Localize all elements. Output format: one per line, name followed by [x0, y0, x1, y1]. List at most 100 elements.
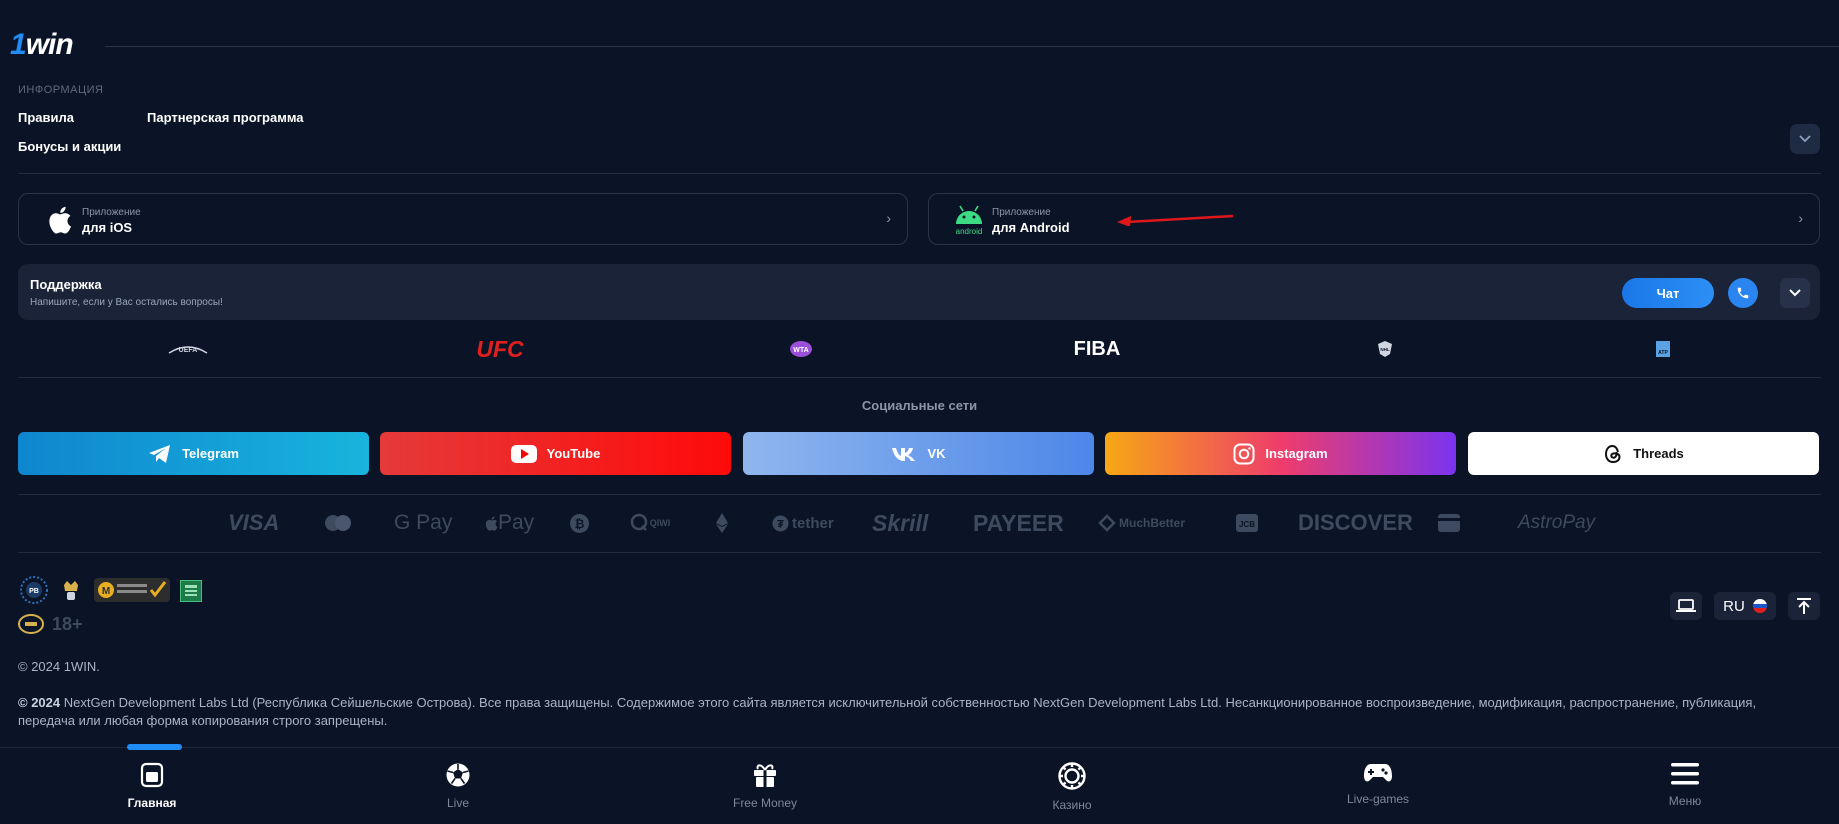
support-expand-button[interactable] — [1780, 278, 1810, 308]
copyright-full: © 2024 NextGen Development Labs Ltd (Рес… — [18, 694, 1808, 730]
fiba-logo: FIBA — [1073, 337, 1121, 360]
support-bar: Поддержка Напишите, если у Вас остались … — [18, 264, 1820, 320]
nav-casino-label: Казино — [1052, 798, 1092, 812]
nav-live-label: Live — [446, 796, 469, 810]
svg-text:M: M — [102, 586, 110, 597]
nav-free-money-label: Free Money — [732, 796, 798, 810]
header: 1win — [0, 0, 1839, 80]
uefa-logo-text: UEFA — [179, 347, 198, 354]
seal-of-approval-badge[interactable]: M — [94, 578, 170, 602]
ios-app-card[interactable]: Приложение для iOS › — [18, 193, 908, 245]
threads-button[interactable]: Threads — [1468, 432, 1819, 475]
annotation-arrow — [1117, 214, 1234, 226]
copyright-year: © 2024 — [18, 695, 61, 710]
crown-badge[interactable] — [60, 576, 82, 604]
qiwi-logo: QIWI — [630, 510, 672, 536]
license-badge[interactable]: PB — [18, 574, 50, 606]
partner-program-link[interactable]: Партнерская программа — [147, 110, 304, 125]
svg-text:PB: PB — [29, 588, 39, 595]
best-badge[interactable] — [180, 580, 202, 602]
instagram-icon — [1233, 443, 1255, 464]
apple-icon — [485, 515, 498, 531]
threads-icon — [1605, 444, 1621, 463]
nhl-logo-text: NHL — [1380, 347, 1389, 352]
laptop-icon — [1676, 599, 1696, 612]
muchbetter-logo: MuchBetter — [1098, 510, 1185, 536]
jcb-logo-text: JCB — [1239, 520, 1255, 529]
gamepad-icon — [1364, 764, 1392, 782]
tether-logo: ₮ tether — [772, 510, 834, 536]
bonuses-link[interactable]: Бонусы и акции — [18, 139, 121, 154]
svg-text:₮: ₮ — [777, 518, 784, 530]
nav-casino[interactable]: Казино — [1007, 762, 1137, 812]
skrill-logo: Skrill — [872, 509, 929, 536]
phone-button[interactable] — [1728, 278, 1758, 308]
ufc-logo: UFC — [476, 335, 524, 362]
chevron-right-icon: › — [886, 210, 891, 226]
wta-logo: WTA — [788, 336, 814, 362]
muchbetter-text: MuchBetter — [1119, 516, 1186, 530]
qiwi-logo-text: QIWI — [650, 518, 671, 528]
nav-menu-label: Меню — [1668, 794, 1702, 808]
nav-live-games-label: Live-games — [1346, 792, 1410, 806]
nav-live-games[interactable]: Live-games — [1313, 762, 1443, 806]
chevron-down-icon — [1789, 289, 1801, 297]
threads-label: Threads — [1633, 446, 1684, 461]
nav-home[interactable]: Главная — [87, 762, 217, 810]
ios-app-label: для iOS — [82, 220, 133, 235]
russia-flag-icon — [1752, 599, 1767, 613]
apple-pay-text: Pay — [498, 511, 535, 534]
vk-button[interactable]: VK — [743, 432, 1094, 475]
chevron-right-icon: › — [1798, 210, 1803, 226]
bitcoin-logo: ₿ — [569, 510, 590, 536]
support-title: Поддержка — [30, 277, 102, 292]
youtube-button[interactable]: YouTube — [380, 432, 731, 475]
nav-free-money[interactable]: Free Money — [700, 762, 830, 810]
section-divider — [18, 494, 1821, 495]
info-section-title: ИНФОРМАЦИЯ — [18, 84, 104, 96]
mastercard-logo — [322, 510, 354, 536]
desktop-version-button[interactable] — [1670, 592, 1702, 620]
telegram-button[interactable]: Telegram — [18, 432, 369, 475]
active-nav-indicator — [127, 744, 182, 750]
atp-logo: ATP — [1654, 336, 1672, 362]
rules-link[interactable]: Правила — [18, 110, 74, 125]
bottom-nav — [0, 747, 1839, 824]
instagram-label: Instagram — [1265, 446, 1328, 461]
header-divider — [105, 46, 1839, 47]
vk-icon — [892, 447, 916, 461]
instagram-button[interactable]: Instagram — [1105, 432, 1456, 475]
age-restriction-label: 18+ — [52, 614, 83, 634]
ios-app-small-label: Приложение — [82, 207, 141, 218]
info-collapse-button[interactable] — [1790, 124, 1820, 154]
language-label: RU — [1723, 597, 1745, 615]
gambling-badge[interactable] — [18, 612, 44, 636]
youtube-label: YouTube — [546, 446, 601, 461]
language-selector[interactable]: RU — [1714, 592, 1776, 620]
nav-live[interactable]: Live — [393, 762, 523, 810]
menu-icon — [1671, 763, 1699, 785]
vk-label: VK — [927, 446, 946, 461]
social-section-title: Социальные сети — [861, 398, 978, 413]
logo-text: win — [25, 28, 74, 61]
arrow-up-icon — [1797, 598, 1811, 614]
nav-menu[interactable]: Меню — [1620, 762, 1750, 808]
jcb-logo: JCB — [1236, 510, 1258, 536]
scroll-to-top-button[interactable] — [1788, 592, 1820, 620]
logo[interactable]: 1win — [10, 28, 74, 62]
nhl-logo: NHL — [1376, 336, 1394, 362]
uefa-logo: UEFA — [160, 336, 216, 362]
section-divider — [18, 552, 1821, 553]
gpay-logo: G Pay — [394, 511, 453, 534]
casino-chip-icon — [1058, 762, 1086, 790]
svg-text:₿: ₿ — [575, 517, 585, 531]
section-divider — [18, 173, 1821, 174]
android-icon-text: android — [955, 227, 983, 236]
apple-icon — [41, 203, 77, 237]
android-app-card[interactable]: android Приложение для Android › — [928, 193, 1820, 245]
chat-button[interactable]: Чат — [1622, 278, 1714, 308]
support-subtitle: Напишите, если у Вас остались вопросы! — [30, 297, 223, 308]
android-icon: android — [951, 203, 987, 237]
nav-home-label: Главная — [127, 796, 177, 810]
apple-pay-logo: Pay — [484, 510, 534, 536]
